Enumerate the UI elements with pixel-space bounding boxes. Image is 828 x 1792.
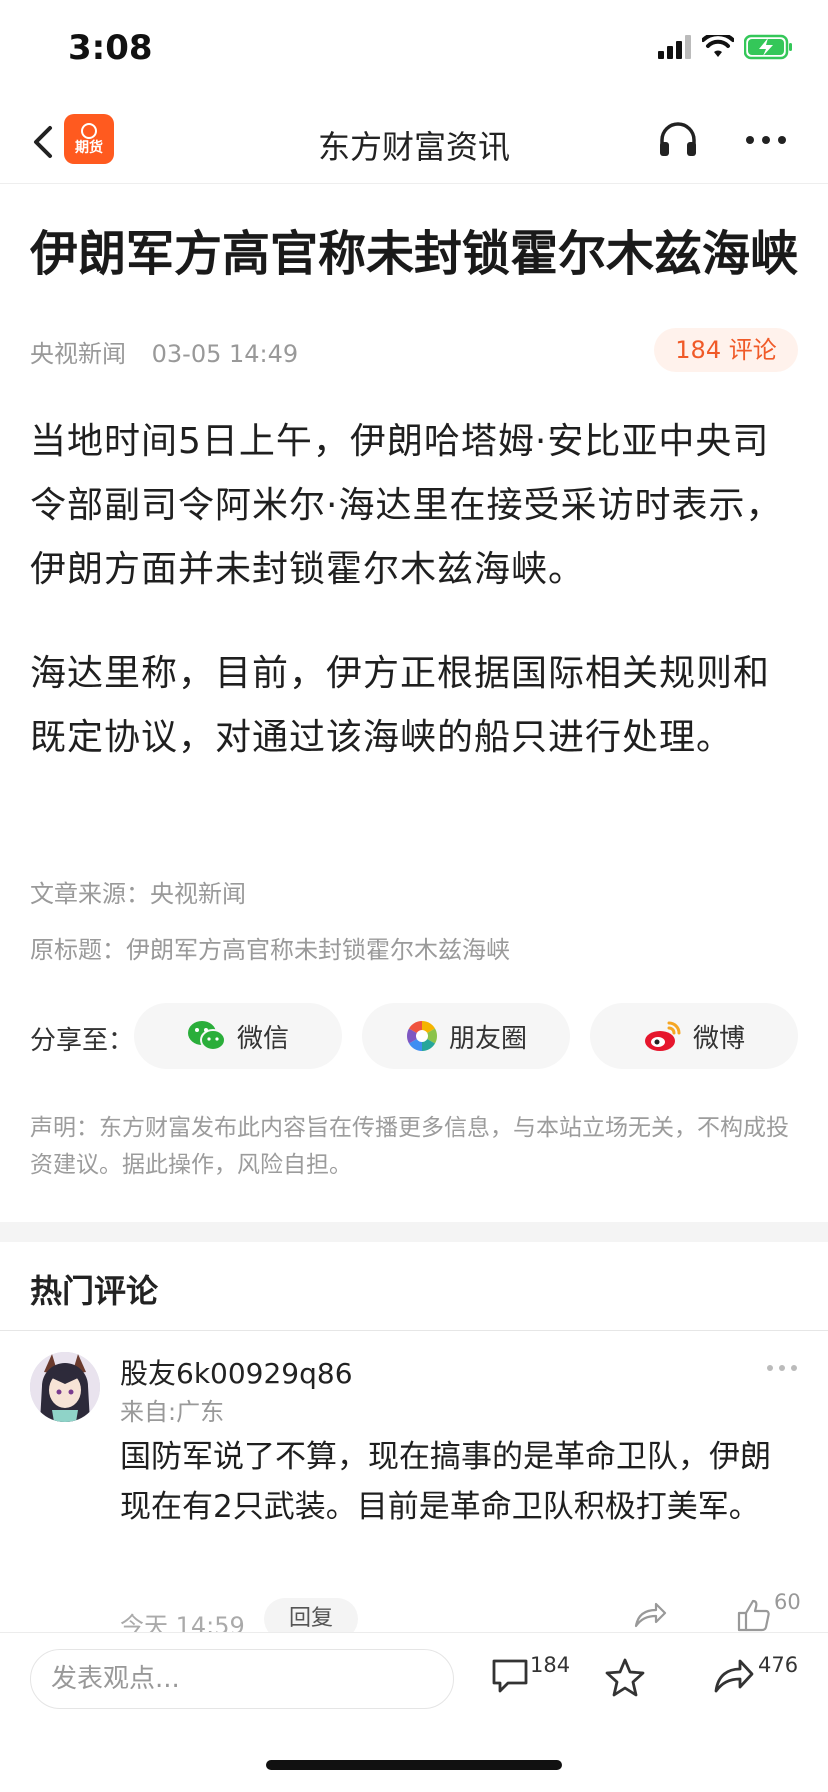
- battery-charging-icon: [744, 34, 792, 60]
- nav-bar: 期货 东方财富资讯: [0, 100, 828, 184]
- wechat-icon: [187, 1021, 226, 1051]
- article-title: 伊朗军方高官称未封锁霍尔木兹海峡: [30, 226, 799, 282]
- share-weibo-label: 微博: [692, 1023, 745, 1054]
- thumbs-up-icon[interactable]: [736, 1598, 772, 1632]
- article-source-line: 文章来源：央视新闻: [30, 880, 246, 908]
- share-arrow-icon[interactable]: [712, 1657, 756, 1695]
- weibo-icon: [644, 1021, 681, 1051]
- article-meta: 央视新闻 03-05 14:49: [30, 334, 298, 369]
- article-paragraph-2: 海达里称，目前，伊方正根据国际相关规则和既定协议，对通过该海峡的船只进行处理。: [30, 653, 771, 758]
- status-time: 3:08: [68, 28, 153, 68]
- nav-title: 东方财富资讯: [317, 128, 510, 166]
- comment-location: 来自:广东: [120, 1398, 225, 1426]
- comment-bubble-icon[interactable]: [490, 1657, 530, 1695]
- share-wechat-button[interactable]: 微信: [134, 1003, 342, 1069]
- share-weibo-button[interactable]: 微博: [590, 1003, 798, 1069]
- avatar[interactable]: [30, 1352, 100, 1422]
- hot-comments-title: 热门评论: [30, 1272, 159, 1310]
- wifi-icon: [702, 35, 734, 57]
- status-icons: [658, 34, 794, 60]
- comments-count-button[interactable]: 184 评论: [654, 328, 798, 372]
- share-moments-button[interactable]: 朋友圈: [362, 1003, 570, 1069]
- comment-more-icon[interactable]: [764, 1358, 800, 1378]
- home-indicator[interactable]: [266, 1760, 562, 1770]
- comment-text: 国防军说了不算，现在搞事的是革命卫队，伊朗现在有2只武装。目前是革命卫队积极打美…: [120, 1439, 771, 1525]
- share-count-badge: 476: [758, 1653, 799, 1677]
- article-paragraph-1: 当地时间5日上午，伊朗哈塔姆·安比亚中央司令部副司令阿米尔·海达里在接受采访时表…: [30, 421, 783, 590]
- cellular-signal-icon: [658, 35, 691, 59]
- share-moments-label: 朋友圈: [448, 1023, 527, 1054]
- share-wechat-label: 微信: [236, 1023, 289, 1054]
- favorite-star-icon[interactable]: [604, 1657, 646, 1697]
- moments-aperture-icon: [406, 1021, 437, 1051]
- hot-comments-divider: [0, 1330, 828, 1331]
- status-bar: 3:08: [0, 0, 828, 100]
- section-divider: [0, 1222, 828, 1242]
- share-label: 分享至：: [30, 1026, 135, 1056]
- headphones-icon[interactable]: [656, 118, 700, 162]
- comment-input[interactable]: 发表观点...: [30, 1649, 454, 1709]
- disclaimer-text: 声明：东方财富发布此内容旨在传播更多信息，与本站立场无关，不构成投资建议。据此操…: [30, 1115, 789, 1178]
- article-datetime: 03-05 14:49: [151, 340, 299, 368]
- user-avatar-icon: [30, 1352, 100, 1422]
- comment-like-count: 60: [774, 1590, 801, 1614]
- comment-username[interactable]: 股友6k00929q86: [120, 1352, 353, 1392]
- comment-share-icon[interactable]: [632, 1600, 668, 1630]
- comment-count-badge: 184: [530, 1653, 571, 1677]
- article-source: 央视新闻: [30, 340, 126, 368]
- article-original-title: 原标题：伊朗军方高官称未封锁霍尔木兹海峡: [30, 936, 510, 964]
- more-options-icon[interactable]: [742, 118, 790, 162]
